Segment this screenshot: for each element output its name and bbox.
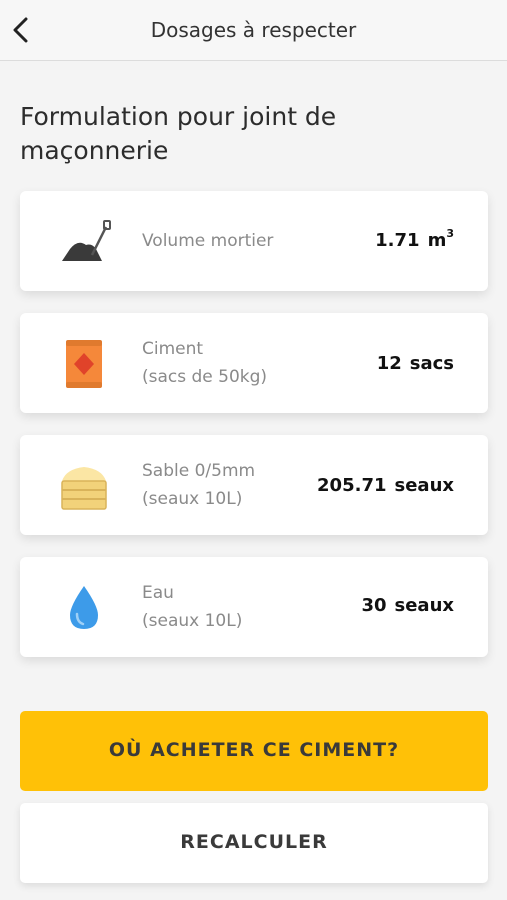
result-card-ciment: Ciment (sacs de 50kg) 12 sacs [20,313,488,413]
item-sublabel: (seaux 10L) [142,489,243,509]
value-unit: m [427,230,447,251]
cement-bag-icon [56,338,112,390]
item-label: Volume mortier [142,231,274,251]
value-unit: sacs [409,353,454,374]
value-number: 30 [361,595,387,616]
item-value: 12 sacs [377,353,454,374]
item-sublabel: (seaux 10L) [142,611,243,631]
result-card-eau: Eau (seaux 10L) 30 seaux [20,557,488,657]
value-unit: seaux [394,595,455,616]
value-unit: seaux [394,475,455,496]
water-drop-icon [56,582,112,634]
recalculate-button[interactable]: RECALCULER [20,803,488,883]
page-title: Dosages à respecter [150,18,357,42]
mortar-shovel-icon [56,216,112,268]
result-card-sable: Sable 0/5mm (seaux 10L) 205.71 seaux [20,435,488,535]
item-value: 30 seaux [361,595,454,616]
item-label: Sable 0/5mm [142,461,256,481]
item-value: 1.71 m3 [375,227,454,251]
value-number: 1.71 [375,230,420,251]
section-title: Formulation pour joint de maçonnerie [20,102,337,165]
item-value: 205.71 seaux [317,475,454,496]
sand-bucket-icon [56,460,112,512]
item-label: Eau [142,583,174,603]
value-unit-exponent: 3 [446,227,454,240]
app-header: Dosages à respecter [0,0,507,61]
value-number: 205.71 [317,475,387,496]
buy-cement-button[interactable]: OÙ ACHETER CE CIMENT? [20,711,488,791]
value-number: 12 [376,353,402,374]
item-sublabel: (sacs de 50kg) [142,367,268,387]
item-label: Ciment [142,339,204,359]
result-card-volume: Volume mortier 1.71 m3 [20,191,488,291]
